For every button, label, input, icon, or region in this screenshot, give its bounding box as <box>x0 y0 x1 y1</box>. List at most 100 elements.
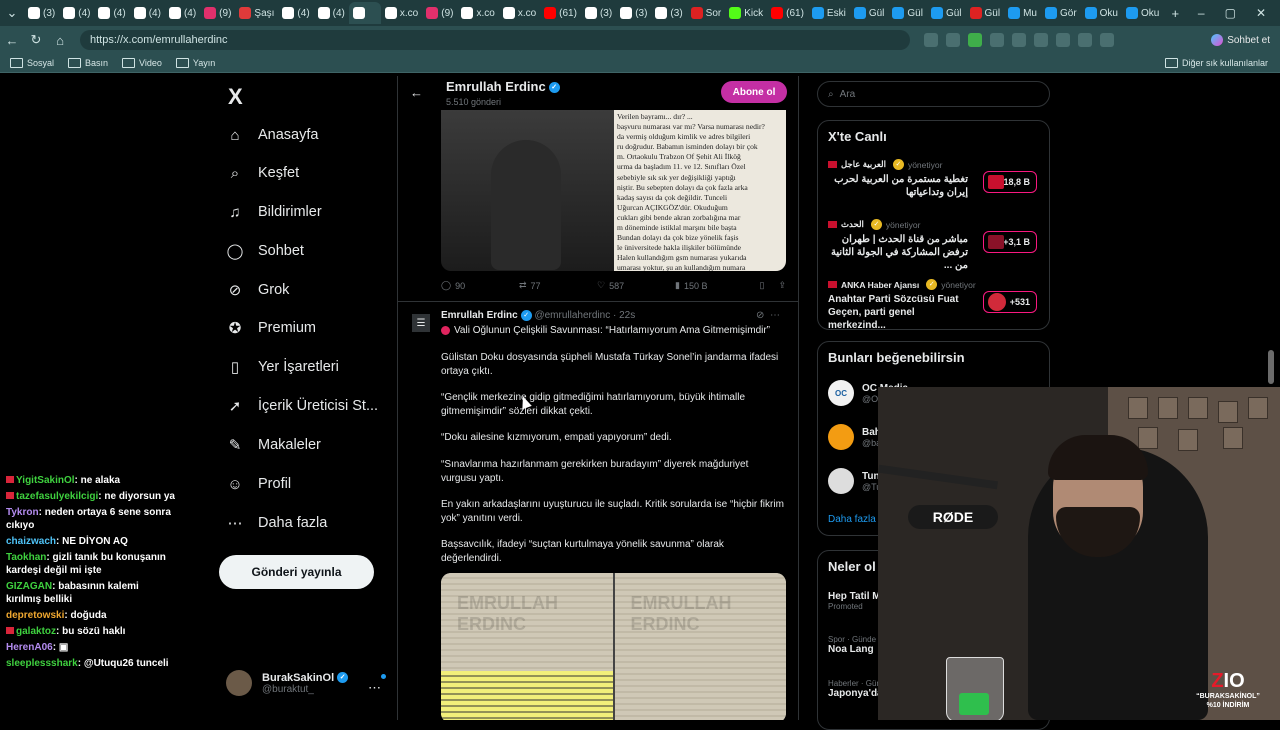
post-documents-image[interactable]: EMRULLAH ERDINC EMRULLAH ERDINC <box>441 573 786 720</box>
extension-icon[interactable] <box>990 33 1004 47</box>
share-icon[interactable]: ⇪ <box>778 280 786 291</box>
browser-tab[interactable]: Şaşı <box>235 2 278 24</box>
trend-item[interactable]: Hep Tatil M Promoted <box>828 591 881 611</box>
page-scrollbar[interactable] <box>1268 350 1274 384</box>
search-input[interactable]: ⌕ Ara <box>817 81 1050 107</box>
browser-tab[interactable]: (61) <box>767 2 808 24</box>
browser-tab[interactable]: (4) <box>278 2 313 24</box>
browser-tab[interactable]: (3) <box>651 2 686 24</box>
more-options-icon[interactable]: ⋯ <box>770 310 780 321</box>
live-listener-badge[interactable]: +531 <box>983 291 1037 313</box>
repost-button[interactable]: ⇄ 77 <box>519 280 597 291</box>
more-options-icon[interactable]: ⋯ <box>368 680 381 696</box>
grok-icon[interactable]: ⊘ <box>756 310 764 321</box>
x-logo-icon[interactable]: X <box>228 84 243 110</box>
browser-tab[interactable]: Oku <box>1081 2 1122 24</box>
post-document-image[interactable]: Verilen bayramı... dır? ... başvuru numar… <box>614 110 786 271</box>
bookmark-icon[interactable]: ▯ <box>760 280 765 291</box>
like-button[interactable]: ♡ 587 <box>597 280 675 291</box>
extension-icon[interactable] <box>924 33 938 47</box>
browser-tab[interactable]: Gül <box>927 2 966 24</box>
browser-tab[interactable]: Eski <box>808 2 850 24</box>
extension-icon[interactable] <box>1078 33 1092 47</box>
home-browser-icon[interactable]: ⌂ <box>48 33 72 48</box>
browser-tab[interactable]: (9) <box>422 2 457 24</box>
show-more-link[interactable]: Daha fazla <box>828 514 876 525</box>
live-item[interactable]: ANKA Haber Ajansı ✓ yönetiyor Anahtar Parti… <box>828 279 1043 332</box>
extension-icon[interactable] <box>1100 33 1114 47</box>
nav-item-grok[interactable]: ⊘ Grok <box>226 281 290 299</box>
browser-tab[interactable]: Sor <box>687 2 726 24</box>
live-count: +531 <box>1009 297 1030 307</box>
browser-tab[interactable]: (4) <box>94 2 129 24</box>
extension-icon[interactable] <box>1012 33 1026 47</box>
extension-icon[interactable] <box>1034 33 1048 47</box>
browser-tab[interactable]: Gül <box>850 2 889 24</box>
nav-item-chat[interactable]: ◯ Sohbet <box>226 242 304 260</box>
restore-icon[interactable]: ▢ <box>1225 6 1236 20</box>
browser-tab[interactable]: Gör <box>1041 2 1081 24</box>
folder-icon <box>1164 58 1178 68</box>
nav-item-profile[interactable]: ☺ Profil <box>226 475 291 493</box>
post-photo[interactable] <box>441 110 614 271</box>
reload-icon[interactable]: ↻ <box>24 32 48 48</box>
minimize-icon[interactable]: – <box>1198 6 1205 20</box>
nav-item-search[interactable]: ⌕ Keşfet <box>226 164 299 182</box>
browser-tab[interactable]: Oku <box>1122 2 1163 24</box>
url-field[interactable]: https://x.com/emrullaherdinc <box>80 30 910 50</box>
other-bookmarks[interactable]: Diğer sık kullanılanlar <box>1164 58 1268 68</box>
nav-item-article[interactable]: ✎ Makaleler <box>226 436 321 454</box>
new-tab-icon[interactable]: + <box>1163 6 1187 21</box>
browser-chat-button[interactable]: Sohbet et <box>1211 34 1270 46</box>
back-icon[interactable]: ← <box>0 33 24 48</box>
browser-tab[interactable]: (3) <box>24 2 59 24</box>
subscribe-button[interactable]: Abone ol <box>721 81 787 103</box>
browser-tab[interactable]: (4) <box>165 2 200 24</box>
live-item[interactable]: العربية عاجل ✓ yönetiyor تغطية مستمرة من ال… <box>828 159 1043 199</box>
bookmark-folder[interactable]: Yayın <box>175 58 215 68</box>
live-listener-badge[interactable]: +18,8 B <box>983 171 1037 193</box>
author-name[interactable]: Emrullah Erdinc <box>441 310 518 321</box>
nav-item-label: Keşfet <box>258 165 300 181</box>
account-switcher[interactable]: BurakSakinOl ✓ @buraktut_ <box>226 670 349 696</box>
nav-item-bell[interactable]: ♫ Bildirimler <box>226 203 321 221</box>
browser-tab[interactable]: (4) <box>130 2 165 24</box>
browser-tab[interactable]: Gül <box>966 2 1005 24</box>
nav-item-premium[interactable]: ✪ Premium <box>226 319 316 337</box>
browser-tab[interactable] <box>348 2 381 24</box>
window-controls: – ▢ ✕ <box>1198 6 1280 20</box>
browser-tab[interactable]: x.co <box>457 2 498 24</box>
browser-tab[interactable]: (3) <box>581 2 616 24</box>
browser-tab[interactable]: Kick <box>725 2 767 24</box>
extension-icon[interactable] <box>968 33 982 47</box>
bookmark-folder[interactable]: Video <box>122 58 162 68</box>
nav-item-rocket[interactable]: ➚ İçerik Üreticisi St... <box>226 397 378 415</box>
browser-tab[interactable]: Mu <box>1004 2 1041 24</box>
live-listener-badge[interactable]: +3,1 B <box>983 231 1037 253</box>
extension-icon[interactable] <box>1056 33 1070 47</box>
post-button[interactable]: Gönderi yayınla <box>219 555 374 589</box>
browser-tab[interactable]: (61) <box>540 2 581 24</box>
live-item[interactable]: الحدث ✓ yönetiyor مباشر من قناة الحدث | طهر… <box>828 219 1043 272</box>
browser-tab[interactable]: x.co <box>381 2 422 24</box>
extension-icon[interactable] <box>946 33 960 47</box>
suggested-account[interactable]: Tun @Tu <box>828 468 881 494</box>
bookmark-folder[interactable]: Basın <box>68 58 108 68</box>
reply-button[interactable]: ◯ 90 <box>441 280 519 291</box>
close-icon[interactable]: ✕ <box>1256 6 1266 20</box>
browser-tab[interactable]: x.co <box>499 2 540 24</box>
browser-tab[interactable]: Gül <box>888 2 927 24</box>
back-arrow-icon[interactable]: ← <box>410 85 423 100</box>
suggested-account[interactable]: Bah @ba <box>828 424 881 450</box>
trend-item[interactable]: Spor · Günde Noa Lang <box>828 635 876 655</box>
tab-list-icon[interactable]: ⌄ <box>0 5 24 21</box>
nav-item-more[interactable]: ⋯ Daha fazla <box>226 514 328 532</box>
nav-item-bookmark[interactable]: ▯ Yer İşaretleri <box>226 358 339 376</box>
browser-tab[interactable]: (4) <box>314 2 349 24</box>
browser-tab[interactable]: (9) <box>200 2 235 24</box>
browser-tab[interactable]: (4) <box>59 2 94 24</box>
bookmark-folder[interactable]: Sosyal <box>10 58 54 68</box>
nav-item-home[interactable]: ⌂ Anasayfa <box>226 126 318 144</box>
views-button[interactable]: ▮ 150 B <box>675 280 753 291</box>
browser-tab[interactable]: (3) <box>616 2 651 24</box>
